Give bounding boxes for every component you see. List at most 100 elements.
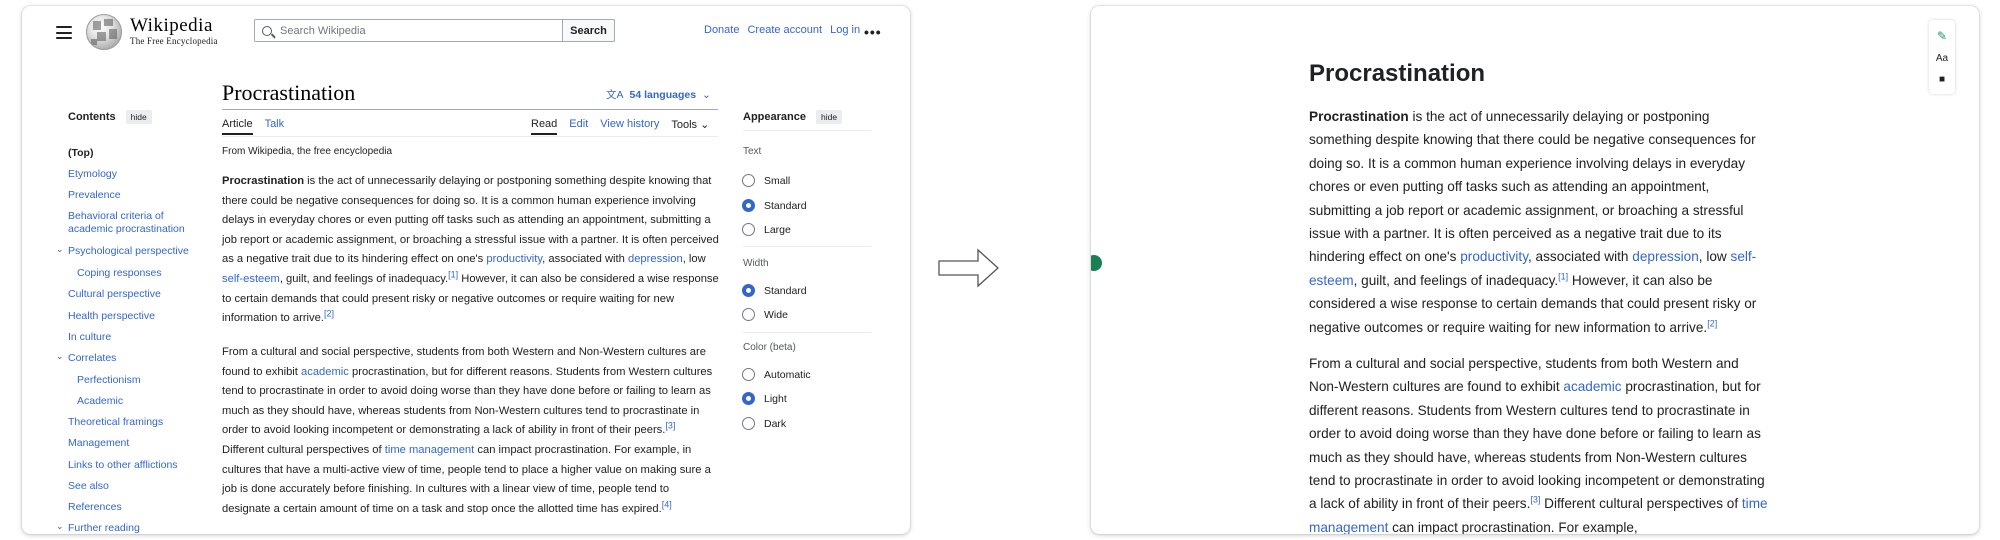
color-light-option[interactable]: Light bbox=[742, 392, 787, 405]
create-account-link[interactable]: Create account bbox=[747, 24, 822, 36]
tab-edit[interactable]: Edit bbox=[569, 118, 588, 135]
color-dark-option[interactable]: Dark bbox=[742, 417, 786, 430]
toc-item-perfectionism[interactable]: Perfectionism bbox=[77, 374, 227, 387]
paragraph-text: , associated with bbox=[542, 253, 628, 266]
color-automatic-option[interactable]: Automatic bbox=[742, 368, 811, 381]
wikipedia-logo-icon[interactable] bbox=[86, 14, 122, 50]
paragraph-text: , low bbox=[682, 253, 706, 266]
toc-item-etymology[interactable]: Etymology bbox=[68, 168, 218, 181]
link-self-esteem[interactable]: self-esteem bbox=[222, 273, 280, 285]
toc-item-links-to-other-afflictions[interactable]: Links to other afflictions bbox=[68, 459, 218, 472]
reference-link[interactable]: [4] bbox=[662, 499, 672, 509]
link-time-management[interactable]: time management bbox=[385, 444, 475, 456]
tab-article[interactable]: Article bbox=[222, 118, 253, 135]
tab-talk[interactable]: Talk bbox=[265, 118, 285, 135]
radio-selected-icon[interactable] bbox=[742, 199, 755, 212]
toc-item-management[interactable]: Management bbox=[68, 437, 218, 450]
reader-toolbar: ✎ Aa ■ bbox=[1929, 20, 1955, 94]
link-depression[interactable]: depression bbox=[1632, 249, 1699, 264]
paragraph-text: , associated with bbox=[1527, 249, 1633, 265]
link-academic[interactable]: academic bbox=[1563, 379, 1621, 394]
toc-item-cultural-perspective[interactable]: Cultural perspective bbox=[68, 288, 218, 301]
extension-badge-icon[interactable] bbox=[1091, 255, 1102, 271]
more-options-icon[interactable]: ••• bbox=[864, 24, 882, 40]
article-paragraph-1: Procrastination is the act of unnecessar… bbox=[222, 172, 720, 329]
reference-link[interactable]: [2] bbox=[324, 308, 334, 318]
reference-link[interactable]: [2] bbox=[1707, 318, 1717, 328]
arrow-right-icon bbox=[938, 248, 999, 288]
wordmark-tagline: The Free Encyclopedia bbox=[130, 36, 218, 46]
toc-item-health-perspective[interactable]: Health perspective bbox=[68, 310, 218, 323]
toc-item-correlates[interactable]: Correlates bbox=[68, 352, 218, 365]
toc-item-see-also[interactable]: See also bbox=[68, 480, 218, 493]
reference-link[interactable]: [3] bbox=[1530, 495, 1540, 505]
appearance-divider bbox=[743, 246, 871, 247]
wikipedia-wordmark[interactable]: Wikipedia The Free Encyclopedia bbox=[130, 15, 218, 46]
reference-link[interactable]: [1] bbox=[448, 269, 458, 279]
radio-icon[interactable] bbox=[742, 308, 755, 321]
appearance-heading: Appearance bbox=[743, 111, 806, 123]
search-button[interactable]: Search bbox=[562, 19, 615, 42]
color-label: Color (beta) bbox=[743, 342, 796, 353]
languages-button[interactable]: 文A 54 languages ⌄ bbox=[606, 87, 711, 102]
link-productivity[interactable]: productivity bbox=[1460, 249, 1528, 264]
page-title: Procrastination bbox=[222, 80, 356, 105]
text-size-label: Text bbox=[743, 146, 762, 157]
chevron-down-icon[interactable]: ⌄ bbox=[56, 521, 64, 532]
toc-item-behavioral-criteria[interactable]: Behavioral criteria of academic procrast… bbox=[68, 210, 198, 235]
toc-item-academic[interactable]: Academic bbox=[77, 395, 227, 408]
log-in-link[interactable]: Log in bbox=[830, 24, 860, 36]
wordmark-text: Wikipedia bbox=[130, 15, 213, 36]
radio-icon[interactable] bbox=[742, 174, 755, 187]
reader-title: Procrastination bbox=[1309, 60, 1486, 87]
radio-icon[interactable] bbox=[742, 417, 755, 430]
tools-label: Tools bbox=[671, 119, 698, 131]
toc-hide-button[interactable]: hide bbox=[125, 110, 152, 124]
paint-brush-icon[interactable]: ■ bbox=[1939, 74, 1945, 85]
radio-icon[interactable] bbox=[742, 223, 755, 236]
toc-item-theoretical-framings[interactable]: Theoretical framings bbox=[68, 416, 218, 429]
option-label: Small bbox=[764, 174, 791, 187]
radio-selected-icon[interactable] bbox=[742, 284, 755, 297]
personal-tools: Donate Create account Log in bbox=[704, 24, 860, 36]
text-size-standard-option[interactable]: Standard bbox=[742, 199, 807, 212]
toc-item-in-culture[interactable]: In culture bbox=[68, 331, 218, 344]
translate-icon: 文A bbox=[606, 89, 624, 101]
toc-item-further-reading[interactable]: Further reading bbox=[68, 522, 218, 534]
tab-tools[interactable]: Tools ⌄ bbox=[671, 118, 709, 135]
text-size-small-option[interactable]: Small bbox=[742, 174, 790, 187]
donate-link[interactable]: Donate bbox=[704, 24, 739, 36]
chevron-down-icon[interactable]: ⌄ bbox=[56, 351, 64, 362]
link-depression[interactable]: depression bbox=[628, 253, 683, 265]
tab-view-history[interactable]: View history bbox=[600, 118, 659, 135]
toc-item-psychological-perspective[interactable]: Psychological perspective bbox=[68, 245, 218, 258]
toc-item-coping-responses[interactable]: Coping responses bbox=[77, 267, 227, 280]
search-placeholder: Search Wikipedia bbox=[280, 24, 366, 37]
reference-link[interactable]: [1] bbox=[1558, 271, 1568, 281]
width-standard-option[interactable]: Standard bbox=[742, 284, 807, 297]
main-menu-icon[interactable] bbox=[56, 26, 72, 39]
text-size-icon[interactable]: Aa bbox=[1936, 53, 1948, 64]
link-academic[interactable]: academic bbox=[301, 366, 349, 378]
text-size-large-option[interactable]: Large bbox=[742, 223, 791, 236]
appearance-hide-button[interactable]: hide bbox=[815, 110, 843, 124]
toc-item-prevalence[interactable]: Prevalence bbox=[68, 189, 218, 202]
search-icon bbox=[262, 25, 272, 36]
reference-link[interactable]: [3] bbox=[665, 421, 675, 431]
appearance-divider bbox=[743, 130, 871, 131]
wikipedia-window: Wikipedia The Free Encyclopedia Search W… bbox=[22, 6, 910, 534]
toc-item-top[interactable]: (Top) bbox=[68, 147, 218, 160]
tab-read[interactable]: Read bbox=[531, 118, 558, 135]
article-paragraph-2: From a cultural and social perspective, … bbox=[222, 343, 720, 519]
highlighter-pen-icon[interactable]: ✎ bbox=[1937, 29, 1947, 43]
chevron-down-icon[interactable]: ⌄ bbox=[56, 244, 64, 255]
radio-icon[interactable] bbox=[742, 368, 755, 381]
paragraph-text: can impact procrastination. For example, bbox=[1388, 519, 1638, 534]
paragraph-text: , low bbox=[1698, 249, 1731, 265]
search-input[interactable]: Search Wikipedia bbox=[254, 19, 563, 42]
width-label: Width bbox=[743, 258, 769, 269]
toc-item-references[interactable]: References bbox=[68, 501, 218, 514]
link-productivity[interactable]: productivity bbox=[486, 253, 542, 265]
radio-selected-icon[interactable] bbox=[742, 392, 755, 405]
width-wide-option[interactable]: Wide bbox=[742, 308, 788, 321]
